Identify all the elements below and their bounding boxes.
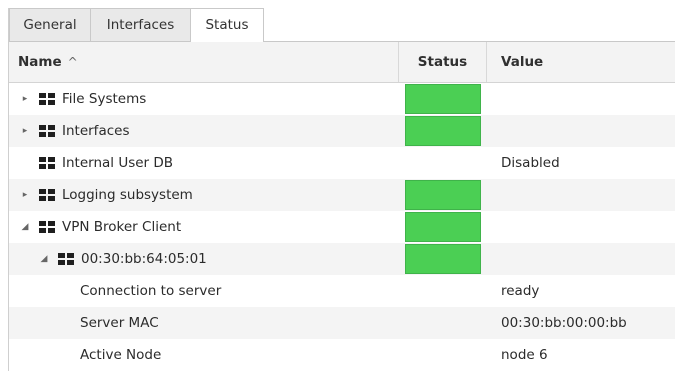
table-row-internal-user-db[interactable]: Internal User DB Disabled <box>9 147 675 179</box>
name-cell: Internal User DB <box>9 147 399 179</box>
row-label: File Systems <box>62 91 147 107</box>
sort-ascending-icon: ^ <box>67 55 78 69</box>
status-cell <box>399 243 487 275</box>
status-ok-indicator <box>405 116 481 146</box>
table-row-device[interactable]: ◢ 00:30:bb:64:05:01 <box>9 243 675 275</box>
tab-status[interactable]: Status <box>190 8 264 42</box>
collapse-arrow-icon[interactable]: ◢ <box>19 211 31 243</box>
table-row-server-mac[interactable]: Server MAC 00:30:bb:00:00:bb <box>9 307 675 339</box>
row-label: Logging subsystem <box>62 187 193 203</box>
status-cell <box>399 211 487 243</box>
name-cell: Connection to server <box>9 275 399 307</box>
value-cell <box>487 115 675 147</box>
table-row-active-node[interactable]: Active Node node 6 <box>9 339 675 371</box>
row-label: Active Node <box>80 347 162 363</box>
table-row-vpn-broker-client[interactable]: ◢ VPN Broker Client <box>9 211 675 243</box>
grid-icon <box>39 125 56 138</box>
value-cell: Disabled <box>501 155 560 171</box>
table-row-connection-to-server[interactable]: Connection to server ready <box>9 275 675 307</box>
tab-bar: General Interfaces Status <box>9 8 675 42</box>
column-header-status[interactable]: Status <box>399 42 487 82</box>
status-ok-indicator <box>405 180 481 210</box>
row-label: VPN Broker Client <box>62 219 182 235</box>
column-header-name[interactable]: Name ^ <box>9 42 399 82</box>
status-ok-indicator <box>405 244 481 274</box>
name-cell: ▸ Logging subsystem <box>9 179 399 211</box>
collapse-arrow-icon[interactable]: ◢ <box>38 243 50 275</box>
column-header-name-label: Name <box>18 54 62 70</box>
row-label: 00:30:bb:64:05:01 <box>81 251 207 267</box>
expand-arrow-icon[interactable]: ▸ <box>19 83 31 115</box>
status-cell <box>399 115 487 147</box>
status-cell <box>399 147 487 179</box>
table-row-interfaces[interactable]: ▸ Interfaces <box>9 115 675 147</box>
row-label: Connection to server <box>80 283 222 299</box>
status-cell <box>399 83 487 115</box>
status-cell <box>399 307 487 339</box>
grid-icon <box>58 253 75 266</box>
row-label: Internal User DB <box>62 155 174 171</box>
value-cell: node 6 <box>501 347 548 363</box>
row-label: Interfaces <box>62 123 130 139</box>
table-row-logging-subsystem[interactable]: ▸ Logging subsystem <box>9 179 675 211</box>
table-header: Name ^ Status Value <box>9 42 675 83</box>
tab-general[interactable]: General <box>9 8 91 41</box>
value-cell: ready <box>501 283 540 299</box>
grid-icon <box>39 189 56 202</box>
value-cell <box>487 211 675 243</box>
status-cell <box>399 339 487 371</box>
status-cell <box>399 275 487 307</box>
name-cell: Server MAC <box>9 307 399 339</box>
status-ok-indicator <box>405 212 481 242</box>
table-row-file-systems[interactable]: ▸ File Systems <box>9 83 675 115</box>
tree-table: ▸ File Systems ▸ Interfaces Internal Use… <box>9 83 675 371</box>
status-cell <box>399 179 487 211</box>
value-cell: 00:30:bb:00:00:bb <box>501 315 627 331</box>
status-ok-indicator <box>405 84 481 114</box>
value-cell <box>487 83 675 115</box>
name-cell: ▸ Interfaces <box>9 115 399 147</box>
column-header-value[interactable]: Value <box>487 42 675 82</box>
grid-icon <box>39 93 56 106</box>
name-cell: ▸ File Systems <box>9 83 399 115</box>
grid-icon <box>39 157 56 170</box>
grid-icon <box>39 221 56 234</box>
value-cell <box>487 243 675 275</box>
name-cell: Active Node <box>9 339 399 371</box>
name-cell: ◢ VPN Broker Client <box>9 211 399 243</box>
expand-arrow-icon[interactable]: ▸ <box>19 179 31 211</box>
name-cell: ◢ 00:30:bb:64:05:01 <box>9 243 399 275</box>
tab-interfaces[interactable]: Interfaces <box>90 8 191 41</box>
row-label: Server MAC <box>80 315 159 331</box>
expand-arrow-icon[interactable]: ▸ <box>19 115 31 147</box>
value-cell <box>487 179 675 211</box>
